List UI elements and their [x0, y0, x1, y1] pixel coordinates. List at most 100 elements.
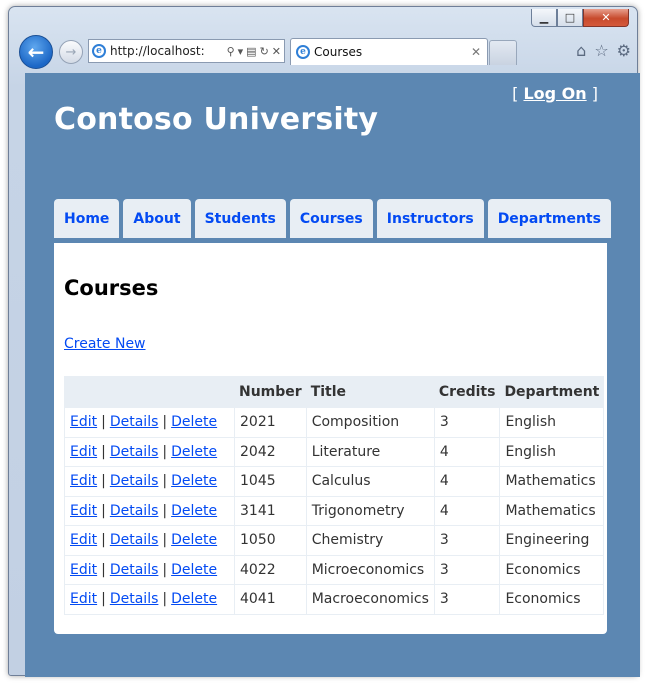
course-department: Mathematics	[499, 466, 605, 497]
course-credits: 3	[433, 525, 501, 556]
edit-link[interactable]: Edit	[70, 503, 97, 519]
action-separator: |	[162, 414, 168, 431]
home-icon[interactable]: ⌂	[576, 41, 586, 60]
log-on-link[interactable]: Log On	[523, 84, 586, 103]
course-department: English	[499, 436, 605, 467]
course-title: Trigonometry	[305, 495, 435, 526]
address-text[interactable]: http://localhost:	[110, 44, 227, 58]
tab-title: Courses	[314, 45, 363, 59]
row-actions: Edit | Details | Delete	[64, 436, 235, 467]
star-icon[interactable]: ☆	[594, 41, 608, 60]
table-row: Edit | Details | Delete 4022 Microeconomics …	[64, 554, 605, 585]
course-department: Mathematics	[499, 495, 605, 526]
course-department: Economics	[499, 554, 605, 585]
forward-button[interactable]: →	[59, 40, 83, 64]
course-number: 1050	[234, 525, 307, 556]
maximize-button[interactable]: □	[557, 9, 583, 27]
delete-link[interactable]: Delete	[171, 591, 217, 607]
menu-item-courses[interactable]: Courses	[289, 199, 373, 238]
course-credits: 3	[433, 584, 501, 615]
delete-link[interactable]: Delete	[171, 473, 217, 489]
close-button[interactable]: ✕	[583, 9, 629, 27]
course-number: 4041	[234, 584, 307, 615]
tab-close-icon[interactable]: ✕	[471, 45, 487, 59]
menu-item-home[interactable]: Home	[54, 199, 120, 238]
action-separator: |	[162, 502, 168, 519]
course-credits: 4	[433, 466, 501, 497]
action-separator: |	[101, 473, 106, 490]
action-separator: |	[162, 443, 168, 460]
main-content: Courses Create New Number Title Credits …	[54, 243, 607, 634]
details-link[interactable]: Details	[110, 591, 159, 607]
action-separator: |	[101, 414, 106, 431]
edit-link[interactable]: Edit	[70, 562, 97, 578]
details-link[interactable]: Details	[110, 473, 159, 489]
row-actions: Edit | Details | Delete	[64, 495, 235, 526]
edit-link[interactable]: Edit	[70, 473, 97, 489]
edit-link[interactable]: Edit	[70, 591, 97, 607]
action-separator: |	[101, 443, 106, 460]
dropdown-icon[interactable]: ▾	[238, 45, 244, 58]
browser-tab[interactable]: e Courses ✕	[290, 38, 488, 65]
table-row: Edit | Details | Delete 1050 Chemistry 3 Eng…	[64, 525, 605, 556]
row-actions: Edit | Details | Delete	[64, 466, 235, 497]
delete-link[interactable]: Delete	[171, 562, 217, 578]
details-link[interactable]: Details	[110, 414, 159, 430]
compatibility-icon[interactable]: ▤	[246, 45, 256, 58]
credits-column-header: Credits	[433, 376, 501, 408]
row-actions: Edit | Details | Delete	[64, 525, 235, 556]
table-row: Edit | Details | Delete 3141 Trigonometry 4 …	[64, 495, 605, 526]
table-row: Edit | Details | Delete 4041 Macroeconomics …	[64, 584, 605, 615]
login-bracket-close: ]	[586, 84, 598, 103]
create-new-link[interactable]: Create New	[64, 336, 146, 352]
course-title: Chemistry	[305, 525, 435, 556]
edit-link[interactable]: Edit	[70, 532, 97, 548]
menu-item-students[interactable]: Students	[194, 199, 286, 238]
action-separator: |	[101, 591, 106, 608]
gear-icon[interactable]: ⚙	[617, 41, 631, 60]
edit-link[interactable]: Edit	[70, 414, 97, 430]
address-bar[interactable]: e http://localhost: ⚲ ▾ ▤ ↻ ✕	[88, 39, 285, 63]
course-credits: 3	[433, 407, 501, 438]
minimize-button[interactable]: ▁	[531, 9, 557, 27]
back-button[interactable]: ←	[19, 35, 53, 69]
menu-item-instructors[interactable]: Instructors	[376, 199, 484, 238]
course-department: English	[499, 407, 605, 438]
menu-item-about[interactable]: About	[123, 199, 191, 238]
course-title: Microeconomics	[305, 554, 435, 585]
course-number: 4022	[234, 554, 307, 585]
login-bracket-open: [	[512, 84, 524, 103]
course-title: Composition	[305, 407, 435, 438]
delete-link[interactable]: Delete	[171, 414, 217, 430]
ie-logo-icon: e	[92, 44, 106, 58]
edit-link[interactable]: Edit	[70, 444, 97, 460]
details-link[interactable]: Details	[110, 503, 159, 519]
action-separator: |	[162, 561, 168, 578]
action-separator: |	[162, 532, 168, 549]
row-actions: Edit | Details | Delete	[64, 407, 235, 438]
delete-link[interactable]: Delete	[171, 503, 217, 519]
details-link[interactable]: Details	[110, 444, 159, 460]
back-arrow-icon: ←	[27, 40, 45, 64]
details-link[interactable]: Details	[110, 562, 159, 578]
course-department: Engineering	[499, 525, 605, 556]
forward-arrow-icon: →	[65, 44, 77, 60]
course-number: 2021	[234, 407, 307, 438]
details-link[interactable]: Details	[110, 532, 159, 548]
stop-icon[interactable]: ✕	[272, 45, 281, 58]
refresh-icon[interactable]: ↻	[260, 45, 269, 58]
course-department: Economics	[499, 584, 605, 615]
menu-item-departments[interactable]: Departments	[487, 199, 611, 238]
search-icon[interactable]: ⚲	[227, 45, 235, 58]
course-credits: 4	[433, 495, 501, 526]
page-title: Courses	[64, 276, 159, 300]
course-title: Calculus	[305, 466, 435, 497]
address-bar-icons: ⚲ ▾ ▤ ↻ ✕	[227, 45, 284, 58]
row-actions: Edit | Details | Delete	[64, 554, 235, 585]
delete-link[interactable]: Delete	[171, 532, 217, 548]
table-header-row: Number Title Credits Department	[64, 376, 605, 408]
table-row: Edit | Details | Delete 2021 Composition 3 E…	[64, 407, 605, 438]
new-tab-button[interactable]	[489, 40, 517, 65]
delete-link[interactable]: Delete	[171, 444, 217, 460]
tab-favicon-icon: e	[296, 45, 310, 59]
